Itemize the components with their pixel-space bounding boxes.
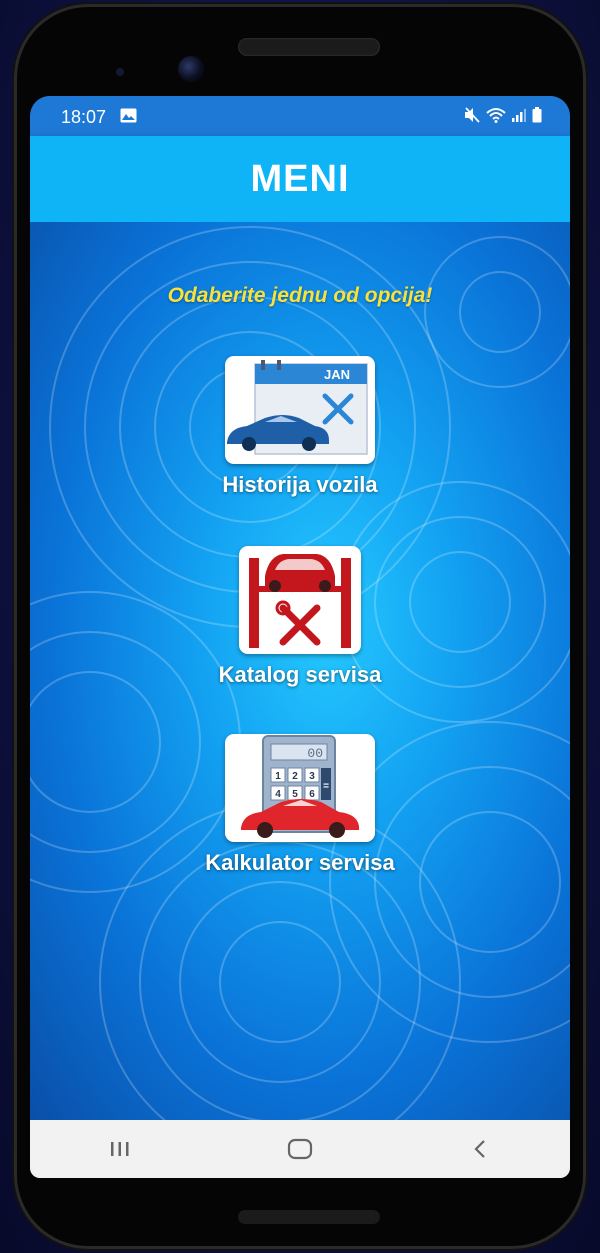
calculator-car-icon[interactable]: 00 1 2 3 4 5 6 = — [225, 734, 375, 842]
proximity-sensor — [116, 68, 124, 76]
phone-frame: 18:07 MENI Odaberite jednu od opcija! JA… — [14, 4, 586, 1249]
app-bar: MENI — [30, 136, 570, 222]
screen: 18:07 MENI Odaberite jednu od opcija! JA… — [30, 96, 570, 1178]
mute-icon — [464, 107, 480, 128]
calendar-month: JAN — [324, 367, 350, 382]
calendar-car-wrench-icon[interactable]: JAN — [225, 356, 375, 464]
bottom-speaker — [238, 1210, 380, 1224]
menu-content: Odaberite jednu od opcija! JAN Historija… — [30, 222, 570, 1120]
calc-key-3: 3 — [309, 771, 315, 782]
signal-icon — [512, 108, 526, 127]
recent-apps-icon[interactable] — [90, 1129, 150, 1169]
menu-item-katalog-servisa[interactable]: Katalog servisa — [30, 546, 570, 688]
battery-icon — [532, 107, 542, 128]
menu-label-katalog-servisa: Katalog servisa — [218, 662, 382, 687]
menu-label-historija-vozila: Historija vozila — [222, 472, 378, 497]
calc-key-4: 4 — [275, 789, 281, 800]
system-nav-bar — [30, 1120, 570, 1178]
calc-key-equals: = — [323, 781, 329, 792]
page-title: MENI — [250, 157, 350, 200]
menu-item-kalkulator-servisa[interactable]: 00 1 2 3 4 5 6 = Kalkulator servisa — [30, 734, 570, 876]
status-bar: 18:07 — [30, 96, 570, 136]
earpiece-speaker — [238, 38, 380, 56]
front-camera — [178, 56, 204, 82]
calc-key-2: 2 — [292, 771, 298, 782]
car-lift-tools-icon[interactable] — [239, 546, 361, 654]
calculator-display: 00 — [307, 746, 323, 761]
calc-key-1: 1 — [275, 771, 281, 782]
instruction-text: Odaberite jednu od opcija! — [167, 284, 433, 307]
menu-item-historija-vozila[interactable]: JAN Historija vozila — [30, 356, 570, 498]
calc-key-6: 6 — [309, 789, 315, 800]
wifi-icon — [486, 107, 506, 128]
home-icon[interactable] — [270, 1129, 330, 1169]
menu-label-kalkulator-servisa: Kalkulator servisa — [205, 850, 395, 875]
image-icon — [120, 108, 137, 128]
status-icons — [464, 107, 542, 128]
status-time: 18:07 — [61, 107, 107, 127]
calc-key-5: 5 — [292, 789, 298, 800]
back-icon[interactable] — [450, 1129, 510, 1169]
